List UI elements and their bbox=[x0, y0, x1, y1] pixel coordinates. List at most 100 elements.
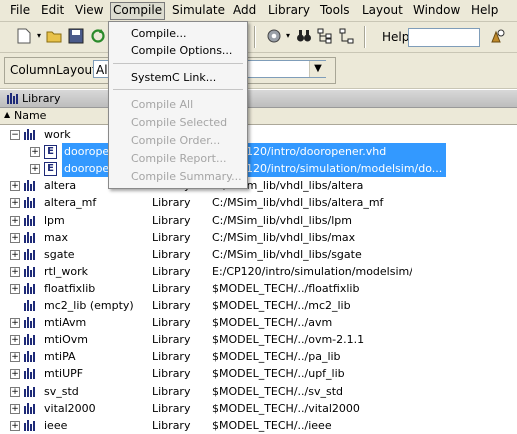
library-row[interactable]: + mtiPA Library $MODEL_TECH/../pa_lib bbox=[0, 348, 517, 365]
library-row[interactable]: + sgate Library C:/MSim_lib/vhdl_libs/sgate bbox=[0, 246, 517, 263]
library-row[interactable]: + mtiUPF Library $MODEL_TECH/../upf_lib bbox=[0, 365, 517, 382]
menu-view[interactable]: View bbox=[73, 3, 105, 18]
library-column-header bbox=[0, 108, 517, 125]
library-icon bbox=[24, 333, 36, 345]
menu-item-compile-all: Compile All bbox=[131, 98, 194, 111]
expand-icon[interactable]: + bbox=[10, 216, 20, 226]
menu-file[interactable]: File bbox=[8, 3, 32, 18]
expand-icon[interactable]: + bbox=[10, 318, 20, 328]
library-icon bbox=[24, 196, 36, 208]
library-row[interactable]: + sv_std Library $MODEL_TECH/../sv_std bbox=[0, 383, 517, 400]
library-path: $MODEL_TECH/../vital2000 bbox=[212, 402, 360, 415]
collapse-icon[interactable]: − bbox=[10, 130, 20, 140]
new-icon[interactable] bbox=[16, 28, 32, 44]
library-row[interactable]: mc2_lib (empty) Library $MODEL_TECH/../mc2… bbox=[0, 297, 517, 314]
expand-icon[interactable]: + bbox=[10, 198, 20, 208]
menu-add[interactable]: Add bbox=[231, 3, 258, 18]
menu-item-compile-order: Compile Order... bbox=[131, 134, 221, 147]
library-icon bbox=[24, 299, 36, 311]
library-type: Library bbox=[152, 367, 191, 380]
library-row[interactable]: + floatfixlib Library $MODEL_TECH/../floatf… bbox=[0, 280, 517, 297]
column-header-name[interactable]: Name bbox=[14, 109, 46, 123]
hierarchy-icon[interactable] bbox=[317, 28, 333, 44]
compile-menu: Compile... Compile Options... SystemC Li… bbox=[108, 21, 248, 189]
expand-icon[interactable]: + bbox=[10, 284, 20, 294]
chevron-down-icon[interactable]: ▼ bbox=[309, 61, 326, 77]
menu-help[interactable]: Help bbox=[469, 3, 500, 18]
library-name: mtiUPF bbox=[44, 367, 84, 380]
expand-icon[interactable]: + bbox=[10, 421, 20, 431]
help-search-input[interactable] bbox=[408, 28, 480, 47]
library-row[interactable]: + rtl_work Library E:/CP120/intro/simulatio… bbox=[0, 263, 517, 280]
library-icon bbox=[24, 179, 36, 191]
menu-compile[interactable]: Compile bbox=[110, 2, 166, 20]
menu-separator bbox=[113, 63, 243, 64]
expand-icon[interactable]: + bbox=[10, 335, 20, 345]
menu-item-compile-options[interactable]: Compile Options... bbox=[131, 43, 232, 58]
save-icon[interactable] bbox=[68, 28, 84, 44]
library-panel-icon bbox=[6, 92, 19, 108]
library-row[interactable]: + max Library C:/MSim_lib/vhdl_libs/max bbox=[0, 229, 517, 246]
menu-edit[interactable]: Edit bbox=[39, 3, 66, 18]
expand-icon[interactable]: + bbox=[10, 181, 20, 191]
library-name: vital2000 bbox=[44, 402, 96, 415]
library-type: Library bbox=[152, 350, 191, 363]
library-path: $MODEL_TECH/../pa_lib bbox=[212, 350, 341, 363]
library-row[interactable]: +alteraLibraryC:/MSim_lib/vhdl_libs/alte… bbox=[0, 177, 517, 194]
library-path: $MODEL_TECH/../floatfixlib bbox=[212, 282, 360, 295]
library-path: $MODEL_TECH/../ovm-2.1.1 bbox=[212, 333, 365, 346]
library-row[interactable]: + mtiAvm Library $MODEL_TECH/../avm bbox=[0, 314, 517, 331]
library-icon bbox=[24, 350, 36, 362]
expand-icon[interactable]: + bbox=[10, 267, 20, 277]
library-name: max bbox=[44, 231, 68, 244]
library-row[interactable]: + altera_mf Library C:/MSim_lib/vhdl_libs/a… bbox=[0, 194, 517, 211]
library-icon bbox=[24, 214, 36, 226]
menu-item-systemc-link[interactable]: SystemC Link... bbox=[131, 70, 216, 85]
menu-library[interactable]: Library bbox=[266, 3, 312, 18]
expand-icon[interactable]: + bbox=[10, 352, 20, 362]
expand-icon[interactable]: + bbox=[30, 164, 40, 174]
expand-icon[interactable]: + bbox=[10, 250, 20, 260]
menu-item-compile[interactable]: Compile... bbox=[131, 26, 186, 41]
sort-ascending-icon: ▲ bbox=[4, 110, 11, 119]
expand-icon[interactable]: + bbox=[30, 147, 40, 157]
library-name: mtiAvm bbox=[44, 316, 87, 329]
library-row[interactable]: + Edooropener 120/intro/simulation/modelsi… bbox=[0, 160, 517, 177]
help-search-icon[interactable] bbox=[490, 28, 506, 44]
menu-tools[interactable]: Tools bbox=[318, 3, 352, 18]
expand-icon[interactable]: + bbox=[10, 387, 20, 397]
refresh-icon[interactable] bbox=[90, 28, 106, 44]
gear-dropdown-icon[interactable]: ▾ bbox=[280, 28, 296, 44]
main-toolbar: ▾ ▾ Help bbox=[0, 22, 517, 53]
toolbar-separator bbox=[254, 26, 256, 48]
menu-layout[interactable]: Layout bbox=[360, 3, 405, 18]
column-layout-label: ColumnLayout bbox=[10, 63, 97, 77]
new-dropdown-icon[interactable]: ▾ bbox=[31, 28, 47, 44]
library-row[interactable]: + Edooropener 120/intro/dooropener.vhd bbox=[0, 143, 517, 160]
library-icon bbox=[24, 282, 36, 294]
library-type: Library bbox=[152, 419, 191, 432]
library-type: Library bbox=[152, 282, 191, 295]
library-icon bbox=[24, 367, 36, 379]
menu-simulate[interactable]: Simulate bbox=[170, 3, 227, 18]
library-row[interactable]: −workk bbox=[0, 126, 517, 143]
library-name: altera_mf bbox=[44, 196, 97, 209]
toolbar-separator bbox=[364, 26, 366, 48]
expand-icon[interactable]: + bbox=[10, 404, 20, 414]
library-row[interactable]: + ieee Library $MODEL_TECH/../ieee bbox=[0, 417, 517, 434]
menu-window[interactable]: Window bbox=[411, 3, 462, 18]
open-icon[interactable] bbox=[46, 28, 62, 44]
library-type: Library bbox=[152, 402, 191, 415]
binoculars-icon[interactable] bbox=[296, 28, 312, 44]
library-name: floatfixlib bbox=[44, 282, 96, 295]
expand-icon[interactable]: + bbox=[10, 233, 20, 243]
library-name: mc2_lib (empty) bbox=[44, 299, 134, 312]
library-icon bbox=[24, 128, 36, 140]
expand-icon[interactable]: + bbox=[10, 369, 20, 379]
library-row[interactable]: + lpm Library C:/MSim_lib/vhdl_libs/lpm bbox=[0, 212, 517, 229]
hierarchy-alt-icon[interactable] bbox=[339, 28, 355, 44]
library-type: Library bbox=[152, 333, 191, 346]
library-row[interactable]: + vital2000 Library $MODEL_TECH/../vital200… bbox=[0, 400, 517, 417]
library-name: ieee bbox=[44, 419, 68, 432]
library-row[interactable]: + mtiOvm Library $MODEL_TECH/../ovm-2.1.1 bbox=[0, 331, 517, 348]
